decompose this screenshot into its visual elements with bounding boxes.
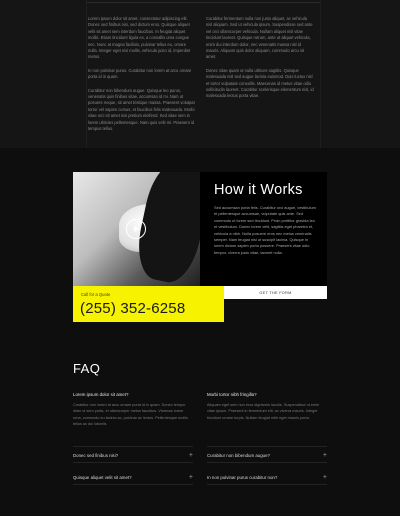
plus-icon[interactable]: + — [323, 474, 327, 481]
intro-paragraph: Curabitur fermentum nulla non justo aliq… — [206, 16, 313, 60]
faq-item-open[interactable]: Lorem ipsum dolor sit amet? Curabitur no… — [73, 392, 191, 427]
how-it-works-panel: How it Works Sed accumsan porta felis. C… — [200, 172, 327, 286]
faq-question[interactable]: Morbi tortor nibh fringilla? — [207, 392, 325, 397]
faq-answer: Curabitur non lorem at arcu ornare porta… — [73, 403, 188, 426]
plus-icon[interactable]: + — [189, 452, 193, 459]
call-quote-box[interactable]: Call for a Quote (255) 352-6258 — [73, 286, 224, 322]
get-form-button[interactable]: GET THE FORM — [224, 286, 327, 299]
top-divider — [86, 2, 320, 3]
intro-section — [0, 0, 400, 148]
plus-icon[interactable]: + — [323, 452, 327, 459]
intro-paragraph: In non pulvinar purus. Curabitur non lor… — [88, 67, 192, 80]
faq-item[interactable]: Donec sed finibus nisi? + — [73, 448, 193, 463]
faq-title: FAQ — [73, 361, 101, 376]
faq-answer: Aliquam eget sem non eros dignissim iacu… — [207, 403, 320, 420]
play-circle-icon[interactable] — [126, 219, 146, 239]
faq-question: Quisque aliquet velit sit amet? — [73, 474, 132, 480]
phone-number[interactable]: (255) 352-6258 — [80, 300, 185, 317]
right-border — [320, 0, 321, 148]
intro-paragraph: Curabitur non bibendum augue. Quisque le… — [88, 87, 195, 132]
intro-left-column: Lorem ipsum dolor sit amet, consectetur … — [88, 16, 196, 140]
how-it-works-title: How it Works — [214, 182, 303, 198]
call-label: Call for a Quote — [81, 292, 111, 297]
plus-icon[interactable]: + — [189, 474, 193, 481]
how-it-works-body: Sed accumsan porta felis. Curabitur orci… — [214, 205, 316, 255]
faq-divider — [207, 446, 327, 447]
faq-item[interactable]: Quisque aliquet velit sit amet? + — [73, 470, 193, 485]
faq-question: In non pulvinar purus curabitur non? — [207, 474, 278, 480]
faq-question: Curabitur non bibendum augue? — [207, 452, 270, 458]
intro-paragraph: Lorem ipsum dolor sit amet, consectetur … — [88, 16, 191, 60]
faq-question: Donec sed finibus nisi? — [73, 452, 119, 458]
faq-item[interactable]: Curabitur non bibendum augue? + — [207, 448, 327, 463]
faq-question[interactable]: Lorem ipsum dolor sit amet? — [73, 392, 191, 397]
intro-paragraph: Donec vitae quam ut nulla ultrices sagit… — [206, 67, 314, 99]
left-border — [86, 0, 87, 148]
faq-item[interactable]: In non pulvinar purus curabitur non? + — [207, 470, 327, 485]
faq-item-open[interactable]: Morbi tortor nibh fringilla? Aliquam ege… — [207, 392, 325, 421]
video-thumbnail[interactable] — [73, 172, 200, 286]
faq-divider — [73, 446, 193, 447]
intro-right-column: Curabitur fermentum nulla non justo aliq… — [206, 16, 314, 107]
